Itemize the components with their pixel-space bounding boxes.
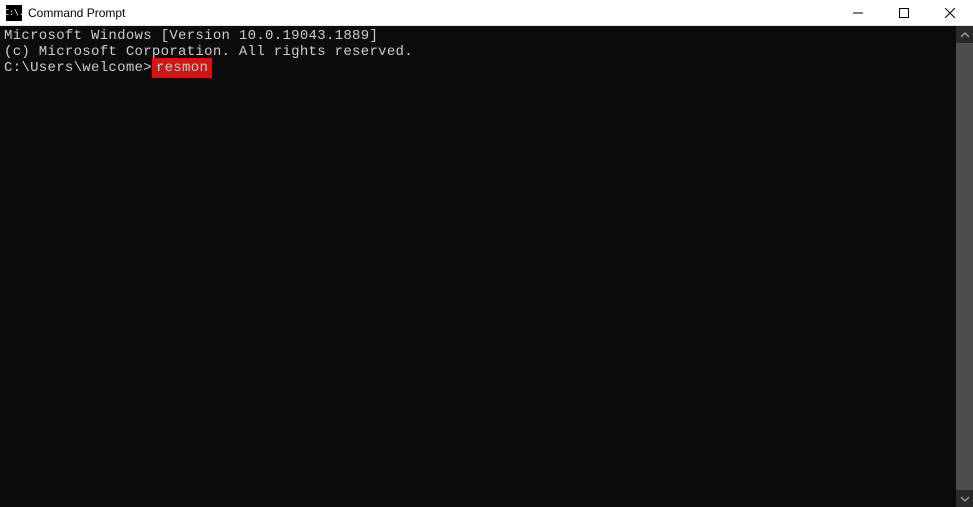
chevron-up-icon <box>961 31 969 39</box>
terminal-output[interactable]: Microsoft Windows [Version 10.0.19043.18… <box>0 26 956 507</box>
command-prompt-window: C:\. Command Prompt M <box>0 0 973 507</box>
titlebar[interactable]: C:\. Command Prompt <box>0 0 973 26</box>
scroll-down-button[interactable] <box>956 490 973 507</box>
app-icon-text: C:\. <box>4 9 23 17</box>
maximize-icon <box>899 8 909 18</box>
prompt-path: C:\Users\welcome> <box>4 60 152 76</box>
prompt-line: C:\Users\welcome>resmon <box>4 60 952 76</box>
scroll-thumb[interactable] <box>956 43 973 490</box>
terminal-area: Microsoft Windows [Version 10.0.19043.18… <box>0 26 973 507</box>
command-prompt-icon: C:\. <box>6 5 22 21</box>
minimize-button[interactable] <box>835 0 881 25</box>
titlebar-left: C:\. Command Prompt <box>0 5 125 21</box>
vertical-scrollbar[interactable] <box>956 26 973 507</box>
version-line: Microsoft Windows [Version 10.0.19043.18… <box>4 28 952 44</box>
close-icon <box>945 8 955 18</box>
maximize-button[interactable] <box>881 0 927 25</box>
close-button[interactable] <box>927 0 973 25</box>
window-title: Command Prompt <box>28 6 125 20</box>
chevron-down-icon <box>961 495 969 503</box>
copyright-line: (c) Microsoft Corporation. All rights re… <box>4 44 952 60</box>
command-highlight: resmon <box>152 58 212 78</box>
window-controls <box>835 0 973 25</box>
minimize-icon <box>853 8 863 18</box>
scroll-up-button[interactable] <box>956 26 973 43</box>
scroll-track[interactable] <box>956 43 973 490</box>
